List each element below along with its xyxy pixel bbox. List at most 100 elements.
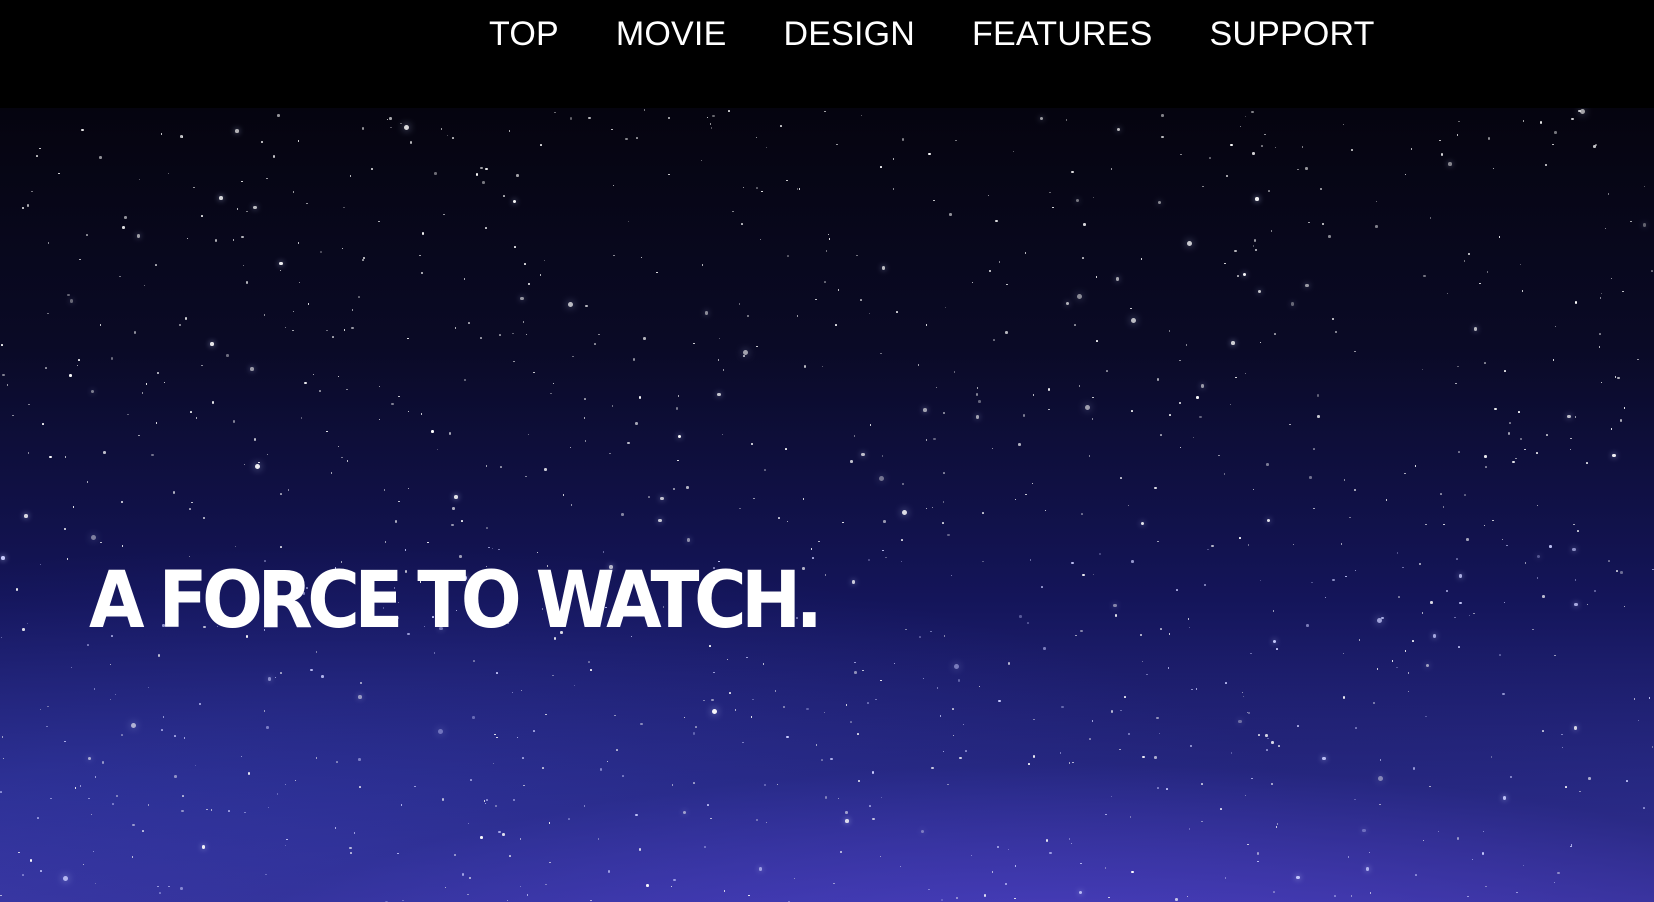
star: [1141, 660, 1144, 662]
star: [274, 676, 277, 679]
nav-link-top[interactable]: TOP: [489, 14, 559, 54]
star: [444, 886, 446, 889]
star: [742, 350, 748, 356]
star: [957, 679, 961, 682]
star: [643, 337, 646, 340]
star: [397, 852, 399, 855]
star: [599, 768, 603, 771]
star: [0, 791, 2, 793]
star: [991, 871, 994, 873]
star: [925, 507, 928, 509]
star: [88, 797, 90, 800]
star: [1266, 749, 1268, 751]
star: [756, 345, 758, 348]
star: [1301, 146, 1304, 148]
star: [1049, 191, 1051, 194]
star: [810, 548, 813, 550]
star: [82, 863, 85, 866]
star: [384, 541, 387, 543]
star: [983, 894, 987, 897]
star: [1154, 486, 1157, 489]
star: [1458, 646, 1460, 648]
star: [998, 261, 1001, 263]
star: [860, 114, 863, 117]
star: [201, 364, 203, 367]
star: [90, 389, 95, 393]
star: [1608, 560, 1610, 562]
star: [1633, 698, 1636, 700]
star: [627, 220, 630, 223]
star: [1130, 318, 1136, 323]
star: [875, 698, 877, 700]
star: [67, 293, 70, 297]
star: [880, 679, 882, 682]
star: [0, 636, 2, 639]
star: [548, 822, 551, 824]
star: [1237, 275, 1239, 277]
star: [802, 498, 804, 500]
star: [1012, 150, 1015, 152]
star: [247, 772, 251, 775]
star: [746, 656, 748, 658]
star: [346, 460, 349, 462]
star: [174, 735, 176, 737]
star: [90, 813, 93, 816]
star: [15, 588, 18, 591]
star: [1092, 396, 1094, 399]
nav-link-design[interactable]: DESIGN: [783, 14, 915, 54]
star: [341, 247, 344, 250]
star: [1598, 346, 1600, 348]
star: [132, 823, 135, 826]
star: [675, 407, 679, 410]
nav-item-movie: MOVIE: [616, 14, 727, 54]
star: [480, 836, 483, 839]
star: [162, 716, 164, 718]
star: [1270, 230, 1272, 232]
star: [880, 166, 882, 168]
nav-link-movie[interactable]: MOVIE: [616, 14, 727, 54]
star: [1276, 648, 1278, 650]
star: [1404, 650, 1407, 652]
nav-link-support[interactable]: SUPPORT: [1209, 14, 1374, 54]
star: [1231, 341, 1235, 345]
star: [284, 326, 287, 328]
star: [482, 181, 485, 184]
star: [1031, 482, 1034, 485]
star: [667, 116, 671, 120]
star: [446, 134, 449, 137]
star: [568, 818, 570, 820]
nav-link-features[interactable]: FEATURES: [972, 14, 1152, 54]
star: [1354, 798, 1356, 801]
star: [1156, 378, 1160, 381]
star: [1334, 330, 1338, 334]
star: [671, 784, 674, 786]
star: [828, 238, 830, 240]
star: [1078, 385, 1081, 387]
star: [1542, 595, 1545, 598]
star: [1342, 696, 1345, 699]
star: [1049, 851, 1052, 854]
star: [857, 733, 859, 735]
star: [1518, 411, 1520, 413]
star: [1425, 715, 1427, 718]
star: [1207, 548, 1209, 551]
star: [1250, 652, 1252, 655]
star: [975, 415, 980, 419]
star: [191, 501, 193, 504]
star: [1292, 543, 1295, 546]
star: [110, 357, 114, 360]
star: [549, 861, 551, 863]
star: [1446, 292, 1449, 295]
star: [1253, 239, 1257, 242]
star: [718, 337, 721, 340]
star: [1396, 666, 1398, 669]
star: [1278, 745, 1280, 747]
star: [988, 269, 992, 273]
star: [607, 870, 611, 873]
star: [901, 539, 903, 541]
star: [131, 856, 134, 858]
star: [682, 810, 686, 815]
star: [1349, 516, 1351, 519]
star: [72, 506, 74, 508]
star: [86, 234, 88, 236]
